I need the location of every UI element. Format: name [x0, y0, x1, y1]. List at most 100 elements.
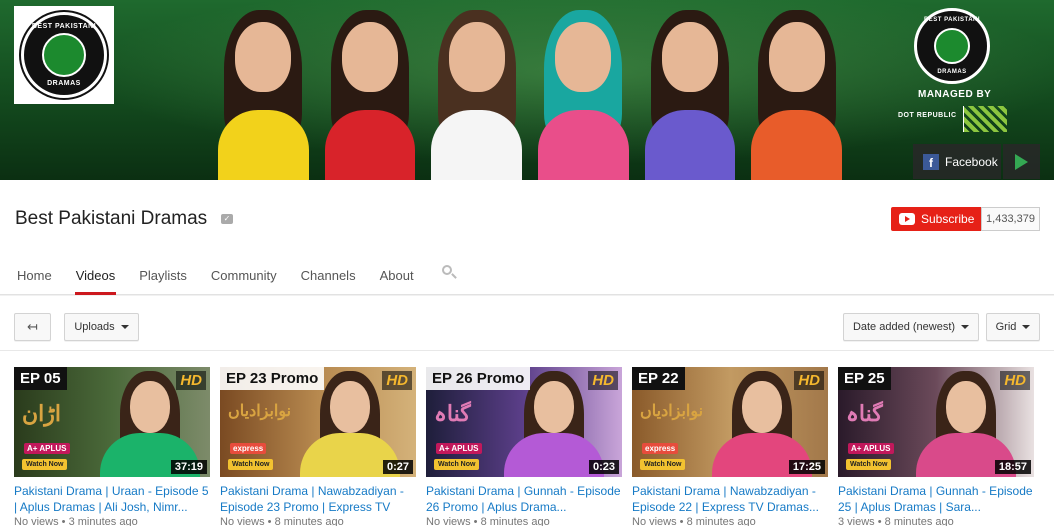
chevron-down-icon [120, 325, 129, 329]
video-meta: No views • 8 minutes ago [426, 516, 550, 526]
video-duration: 37:19 [170, 460, 207, 474]
google-play-link[interactable] [1003, 144, 1040, 179]
facebook-icon: f [923, 153, 939, 170]
view-count: No views [632, 516, 677, 526]
subscribe-button[interactable]: Subscribe [891, 207, 981, 231]
video-thumbnail[interactable]: EP 26 Promo HD گناہ A+ APLUS Watch Now 0… [426, 367, 622, 477]
video-meta: No views • 8 minutes ago [220, 516, 344, 526]
video-duration: 0:27 [382, 460, 413, 474]
managed-by-label: MANAGED BY [918, 89, 992, 100]
show-logo: نوابزادیاں [228, 401, 292, 420]
show-logo: نوابزادیاں [640, 401, 704, 420]
search-icon[interactable] [442, 265, 457, 279]
back-arrow-icon: ↤ [27, 319, 38, 334]
watch-now-label: Watch Now [434, 459, 480, 470]
video-title[interactable]: Pakistani Drama | Nawabzadiyan - Episode… [220, 483, 416, 515]
episode-label: EP 23 Promo [220, 367, 325, 390]
episode-label: EP 25 [838, 367, 891, 390]
facebook-link[interactable]: f Facebook [913, 144, 1001, 179]
tab-about[interactable]: About [380, 257, 414, 295]
videos-section: ↤ Uploads Date added (newest) Grid EP 05… [0, 296, 1054, 526]
banner-artwork [210, 0, 850, 180]
watch-now-label: Watch Now [228, 459, 274, 470]
show-logo: گناہ [434, 401, 471, 427]
theatre-masks-icon [934, 28, 970, 64]
verified-icon: ✓ [221, 214, 233, 224]
tab-videos[interactable]: Videos [74, 257, 116, 295]
youtube-channel-page: BEST PAKISTANI DRAMAS BEST PAKISTANI DRA… [0, 0, 1054, 526]
hd-badge: HD [1000, 371, 1030, 390]
video-card[interactable]: EP 22 HD نوابزادیاں express Watch Now 17… [632, 367, 828, 526]
upload-age: 3 minutes ago [68, 516, 138, 526]
video-card[interactable]: EP 26 Promo HD گناہ A+ APLUS Watch Now 0… [426, 367, 622, 526]
channel-avatar[interactable]: BEST PAKISTANI DRAMAS [14, 6, 114, 104]
channel-banner: BEST PAKISTANI DRAMAS BEST PAKISTANI DRA… [0, 0, 1054, 180]
video-thumbnail[interactable]: EP 05 HD اڑان A+ APLUS Watch Now 37:19 [14, 367, 210, 477]
upload-age: 8 minutes ago [480, 516, 550, 526]
hd-badge: HD [794, 371, 824, 390]
network-logo: express [642, 443, 679, 454]
facebook-link-label: Facebook [945, 154, 998, 169]
watch-now-label: Watch Now [22, 459, 68, 470]
video-duration: 0:23 [588, 460, 619, 474]
hd-badge: HD [588, 371, 618, 390]
uploads-dropdown[interactable]: Uploads [64, 313, 139, 341]
video-card[interactable]: EP 05 HD اڑان A+ APLUS Watch Now 37:19 P… [14, 367, 210, 526]
video-thumbnail[interactable]: EP 23 Promo HD نوابزادیاں express Watch … [220, 367, 416, 477]
youtube-icon [899, 213, 915, 225]
video-card[interactable]: EP 23 Promo HD نوابزادیاں express Watch … [220, 367, 416, 526]
hd-badge: HD [382, 371, 412, 390]
view-label: Grid [995, 321, 1017, 333]
channel-header: Best Pakistani Dramas ✓ Subscribe 1,433,… [0, 180, 1054, 295]
divider [0, 350, 1054, 351]
view-count: No views [426, 516, 471, 526]
network-logo: A+ APLUS [24, 443, 70, 454]
back-button[interactable]: ↤ [14, 313, 51, 341]
hd-badge: HD [176, 371, 206, 390]
network-logo: A+ APLUS [848, 443, 894, 454]
channel-tabs: Home Videos Playlists Community Channels… [0, 257, 421, 295]
view-count: No views [14, 516, 59, 526]
video-thumbnail[interactable]: EP 25 HD گناہ A+ APLUS Watch Now 18:57 [838, 367, 1034, 477]
watch-now-label: Watch Now [640, 459, 686, 470]
chevron-down-icon [961, 325, 970, 329]
tab-playlists[interactable]: Playlists [139, 257, 187, 295]
video-card[interactable]: EP 25 HD گناہ A+ APLUS Watch Now 18:57 P… [838, 367, 1034, 526]
tab-channels[interactable]: Channels [301, 257, 356, 295]
video-meta: No views • 3 minutes ago [14, 516, 138, 526]
episode-label: EP 26 Promo [426, 367, 531, 390]
banner-channel-logo: BEST PAKISTANI DRAMAS [914, 8, 990, 84]
upload-age: 8 minutes ago [274, 516, 344, 526]
network-logo: express [230, 443, 267, 454]
video-meta: 3 views • 8 minutes ago [838, 516, 954, 526]
theatre-masks-icon [42, 33, 86, 77]
uploads-label: Uploads [74, 321, 115, 333]
partner-logo-icon [963, 106, 1007, 132]
channel-name[interactable]: Best Pakistani Dramas [15, 208, 207, 230]
subscribe-label: Subscribe [921, 212, 975, 226]
upload-age: 8 minutes ago [884, 516, 954, 526]
episode-label: EP 05 [14, 367, 67, 390]
view-count: 3 views [838, 516, 875, 526]
video-meta: No views • 8 minutes ago [632, 516, 756, 526]
tab-community[interactable]: Community [211, 257, 277, 295]
video-title[interactable]: Pakistani Drama | Gunnah - Episode 25 | … [838, 483, 1034, 515]
video-duration: 18:57 [994, 460, 1031, 474]
network-logo: A+ APLUS [436, 443, 482, 454]
video-title[interactable]: Pakistani Drama | Gunnah - Episode 26 Pr… [426, 483, 622, 515]
video-duration: 17:25 [788, 460, 825, 474]
partner-label: DOT REPUBLIC [898, 112, 957, 119]
episode-label: EP 22 [632, 367, 685, 390]
view-dropdown[interactable]: Grid [986, 313, 1040, 341]
watch-now-label: Watch Now [846, 459, 892, 470]
view-count: No views [220, 516, 265, 526]
sort-dropdown[interactable]: Date added (newest) [843, 313, 979, 341]
video-title[interactable]: Pakistani Drama | Nawabzadiyan - Episode… [632, 483, 828, 515]
google-play-icon [1015, 153, 1028, 170]
video-title[interactable]: Pakistani Drama | Uraan - Episode 5 | Ap… [14, 483, 210, 515]
upload-age: 8 minutes ago [686, 516, 756, 526]
channel-logo: BEST PAKISTANI DRAMAS [21, 12, 107, 98]
tab-home[interactable]: Home [17, 257, 52, 295]
sort-label: Date added (newest) [852, 321, 956, 333]
video-thumbnail[interactable]: EP 22 HD نوابزادیاں express Watch Now 17… [632, 367, 828, 477]
